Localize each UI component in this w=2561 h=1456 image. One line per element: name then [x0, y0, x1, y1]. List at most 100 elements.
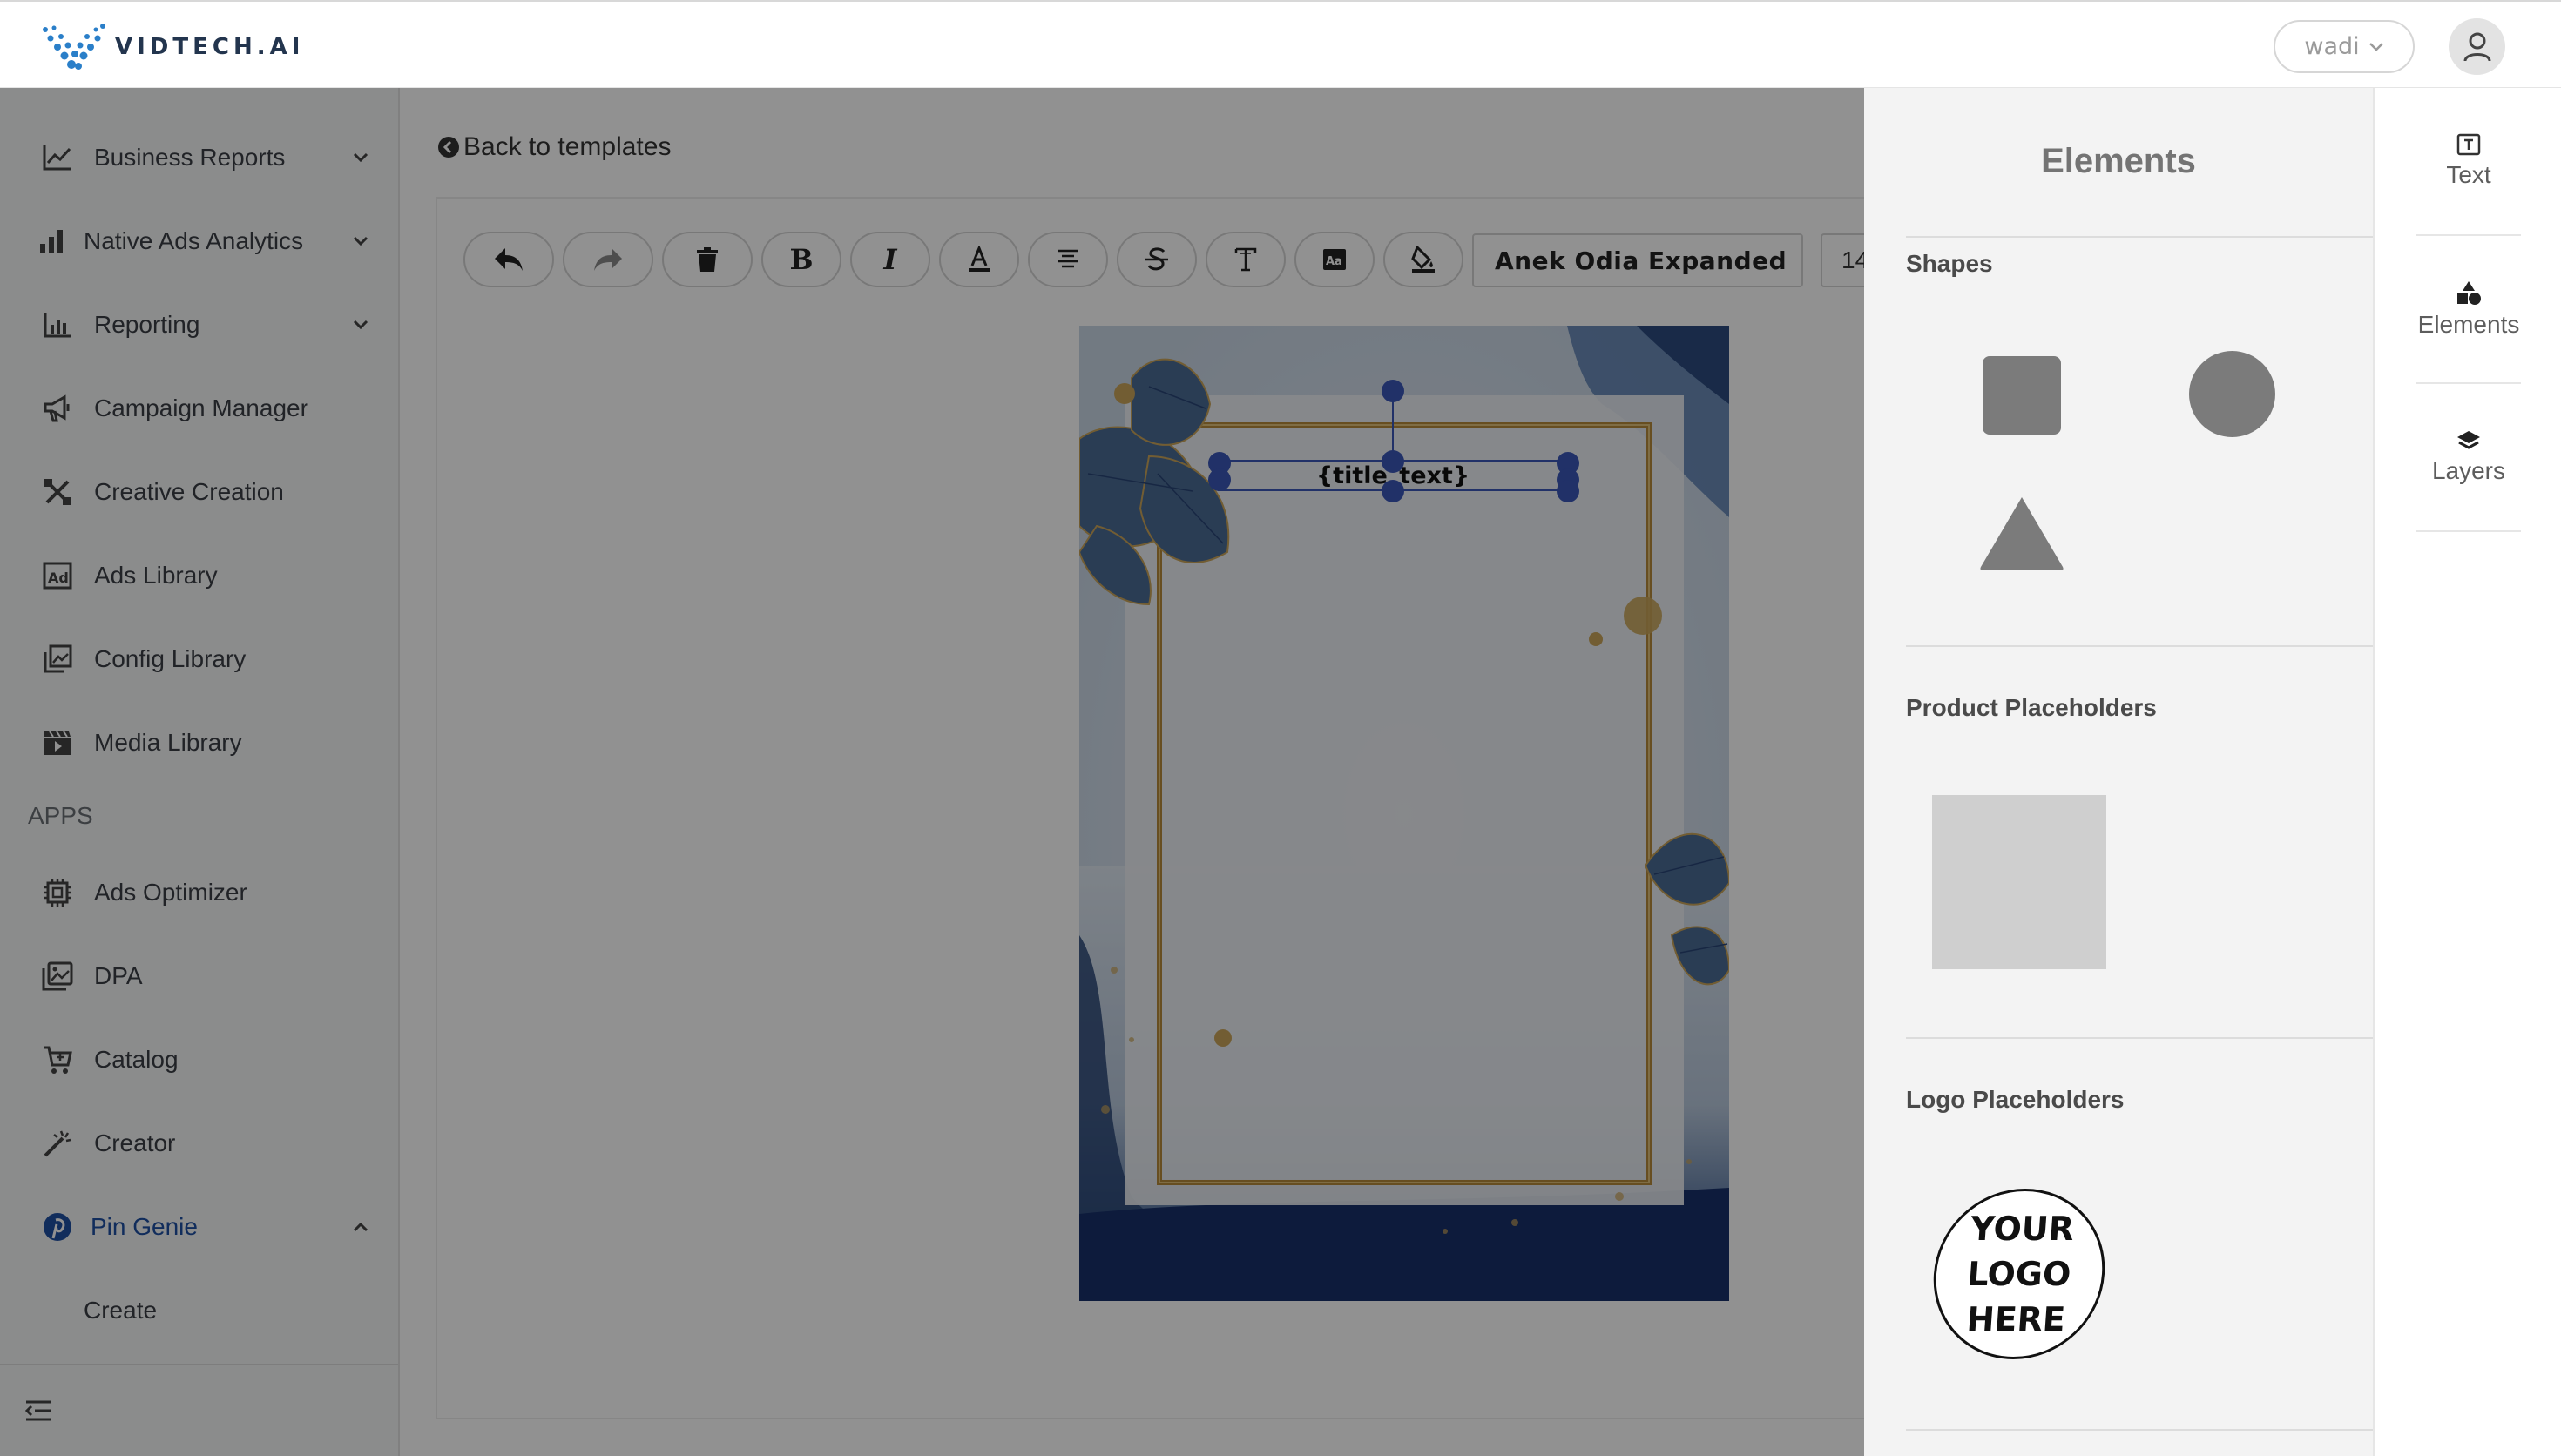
sidebar-item-media-library[interactable]: Media Library — [0, 708, 398, 778]
sidebar-item-reporting[interactable]: Reporting — [0, 290, 398, 360]
top-header: VIDTECH.AI wadi — [0, 0, 2561, 88]
clapperboard-icon — [40, 725, 75, 760]
rotate-handle[interactable] — [1382, 380, 1404, 402]
tab-elements[interactable]: Elements — [2416, 236, 2521, 384]
text-style-button[interactable] — [1206, 232, 1286, 287]
sidebar: Business Reports Native Ads Analytics Re… — [0, 88, 400, 1456]
delete-button[interactable] — [662, 232, 753, 287]
strikethrough-button[interactable] — [1117, 232, 1197, 287]
logo-placeholder-tile[interactable]: YOUR LOGO HERE — [1928, 1189, 2111, 1359]
bold-icon: B — [789, 243, 814, 276]
apps-section-label: APPS — [28, 802, 93, 829]
chevron-down-icon — [2368, 42, 2383, 51]
font-color-icon — [969, 246, 990, 272]
chevron-down-icon — [348, 313, 373, 337]
sidebar-subitem-create[interactable]: Create — [0, 1276, 398, 1345]
tab-label: Elements — [2417, 311, 2520, 338]
sidebar-subitem-label: Create — [84, 1297, 158, 1324]
logo-placeholders-heading: Logo Placeholders — [1906, 1086, 2125, 1113]
sidebar-item-pin-genie[interactable]: Pin Genie — [0, 1192, 398, 1262]
sidebar-item-label: Reporting — [94, 311, 200, 338]
pinterest-icon — [40, 1210, 75, 1244]
text-style-icon — [1234, 247, 1257, 272]
product-placeholders-heading: Product Placeholders — [1906, 694, 2157, 721]
collapse-menu-icon[interactable] — [24, 1399, 52, 1426]
font-family-select[interactable]: Anek Odia Expanded — [1472, 233, 1803, 287]
sidebar-item-dpa[interactable]: DPA — [0, 941, 398, 1011]
sidebar-item-catalog[interactable]: Catalog — [0, 1025, 398, 1095]
svg-text:Ad: Ad — [48, 570, 69, 586]
layers-icon — [2457, 431, 2480, 449]
divider — [1906, 645, 2373, 647]
resize-handle-bottom-right[interactable] — [1557, 480, 1579, 502]
align-center-icon — [1058, 249, 1078, 268]
elements-panel: Elements Shapes Product Placeholders Log… — [1864, 88, 2373, 1456]
paint-bucket-icon — [1411, 246, 1435, 273]
resize-handle-bottom-left[interactable] — [1208, 468, 1231, 491]
panel-title: Elements — [2041, 142, 2196, 180]
svg-text:Aa: Aa — [1326, 255, 1342, 268]
ad-icon: Ad — [40, 558, 75, 593]
megaphone-icon — [40, 391, 75, 426]
library-icon — [40, 642, 75, 677]
sidebar-item-label: Campaign Manager — [94, 394, 308, 421]
user-select[interactable]: wadi — [2274, 20, 2415, 73]
bold-button[interactable]: B — [761, 232, 841, 287]
shape-square[interactable] — [1983, 356, 2061, 435]
shape-triangle[interactable] — [1977, 494, 2066, 572]
user-icon — [2463, 32, 2490, 61]
tab-text[interactable]: Text — [2416, 88, 2521, 236]
product-placeholder-tile[interactable] — [1932, 795, 2106, 969]
resize-handle-bottom[interactable] — [1382, 480, 1404, 502]
text-effect-icon: Aa — [1323, 249, 1346, 270]
sidebar-item-ads-optimizer[interactable]: Ads Optimizer — [0, 858, 398, 927]
tab-layers[interactable]: Layers — [2416, 384, 2521, 532]
redo-button[interactable] — [563, 232, 653, 287]
fill-color-button[interactable] — [1383, 232, 1463, 287]
chevron-down-icon — [348, 145, 373, 170]
italic-icon: I — [883, 243, 897, 276]
sidebar-item-label: Catalog — [94, 1046, 179, 1073]
shape-circle[interactable] — [2189, 351, 2275, 437]
logo-mark-icon — [43, 24, 105, 70]
sidebar-footer — [0, 1364, 398, 1456]
divider — [1906, 1037, 2373, 1039]
undo-button[interactable] — [463, 232, 554, 287]
sidebar-item-config-library[interactable]: Config Library — [0, 624, 398, 694]
bar-chart-icon — [40, 307, 75, 342]
divider — [1906, 236, 2373, 238]
trash-icon — [697, 247, 718, 272]
magic-wand-icon — [40, 1126, 75, 1161]
align-center-button[interactable] — [1028, 232, 1108, 287]
shapes-heading: Shapes — [1906, 250, 1993, 277]
logo-placeholder-line: HERE — [1965, 1300, 2067, 1338]
avatar[interactable] — [2449, 18, 2505, 75]
logo-placeholder-line: LOGO — [1966, 1255, 2072, 1293]
vidtech-logo[interactable]: VIDTECH.AI — [42, 21, 304, 73]
sidebar-item-creative-creation[interactable]: Creative Creation — [0, 457, 398, 527]
sidebar-item-label: Ads Optimizer — [94, 879, 247, 906]
text-color-button[interactable] — [939, 232, 1019, 287]
strikethrough-icon — [1145, 247, 1168, 271]
tools-icon — [40, 475, 75, 509]
text-effect-button[interactable]: Aa — [1294, 232, 1375, 287]
sidebar-item-campaign-manager[interactable]: Campaign Manager — [0, 374, 398, 443]
sidebar-item-label: Ads Library — [94, 562, 218, 589]
back-to-templates-link[interactable]: Back to templates — [437, 132, 671, 162]
tab-label: Layers — [2431, 457, 2506, 484]
sidebar-item-native-ads-analytics[interactable]: Native Ads Analytics — [0, 206, 398, 276]
redo-icon — [594, 248, 622, 271]
sidebar-item-ads-library[interactable]: Ad Ads Library — [0, 541, 398, 610]
brand-name: VIDTECH.AI — [115, 34, 305, 60]
sidebar-item-label: Business Reports — [94, 144, 286, 171]
sidebar-item-label: Native Ads Analytics — [84, 227, 304, 254]
sidebar-item-creator[interactable]: Creator — [0, 1109, 398, 1178]
sidebar-item-label: Creator — [94, 1129, 176, 1156]
resize-handle-top[interactable] — [1382, 450, 1404, 473]
tab-label: Text — [2446, 161, 2491, 188]
italic-button[interactable]: I — [850, 232, 930, 287]
chip-icon — [40, 875, 75, 910]
shapes-icon — [2457, 281, 2481, 305]
cart-icon — [40, 1042, 75, 1077]
sidebar-item-business-reports[interactable]: Business Reports — [0, 123, 398, 192]
